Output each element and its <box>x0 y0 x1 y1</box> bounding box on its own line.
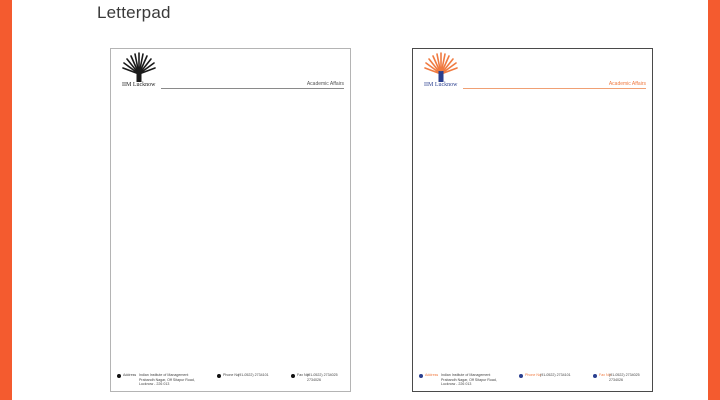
bullet-icon <box>519 374 523 378</box>
bullet-icon <box>217 374 221 378</box>
tree-logo-icon <box>424 52 458 82</box>
logo-text: IIM Lucknow <box>122 82 156 88</box>
letterhead-color: IIM Lucknow Academic Affairs Address Ind… <box>412 48 653 392</box>
fax-value: (91-0522) 2734025 2734026 <box>307 373 338 382</box>
letterhead-footer: Address Indian Institute of Management P… <box>413 367 652 391</box>
logo-text: IIM Lucknow <box>424 82 458 88</box>
header-rule <box>463 88 646 89</box>
fax-value: (91-0522) 2734025 2734026 <box>609 373 640 382</box>
letterhead-footer: Address Indian Institute of Management P… <box>111 367 350 391</box>
right-accent-bar <box>708 0 720 400</box>
address-value: Indian Institute of Management Prabandh … <box>441 373 497 387</box>
bullet-icon <box>291 374 295 378</box>
phone-value: (91-0522) 2734101 <box>238 373 269 377</box>
bullet-icon <box>593 374 597 378</box>
left-accent-bar <box>0 0 12 400</box>
bullet-icon <box>117 374 121 378</box>
department-label: Academic Affairs <box>306 81 344 87</box>
bullet-icon <box>419 374 423 378</box>
page-title: Letterpad <box>97 3 171 22</box>
tree-logo-icon <box>122 52 156 82</box>
letterhead-monochrome: IIM Lucknow Academic Affairs Address Ind… <box>110 48 351 392</box>
address-label: Address <box>425 373 439 377</box>
phone-value: (91-0522) 2734101 <box>540 373 571 377</box>
phone-label: Phone No <box>525 373 541 377</box>
address-label: Address <box>123 373 137 377</box>
phone-label: Phone No <box>223 373 239 377</box>
department-label: Academic Affairs <box>608 81 646 87</box>
header-rule <box>161 88 344 89</box>
address-value: Indian Institute of Management Prabandh … <box>139 373 195 387</box>
iim-lucknow-logo-icon <box>422 52 460 82</box>
iim-lucknow-logo-icon <box>120 52 158 82</box>
